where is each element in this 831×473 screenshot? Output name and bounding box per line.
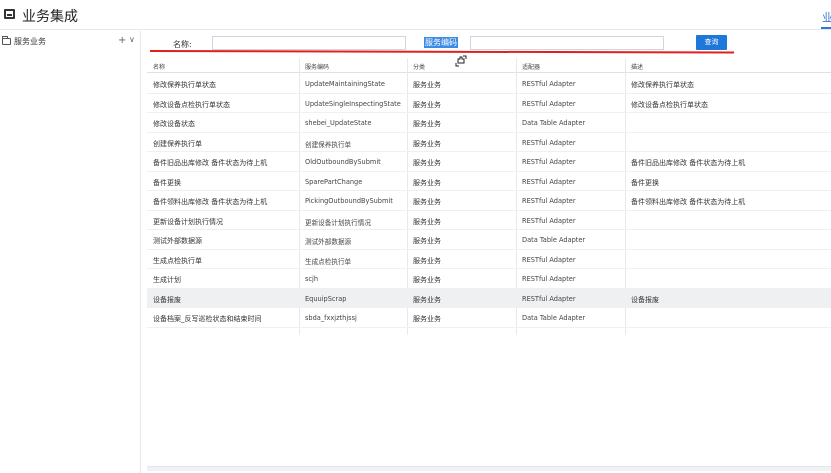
cell-code: 创建保养执行单 xyxy=(305,140,352,149)
cell-category: 服务业务 xyxy=(413,315,441,323)
cell-description: 修改保养执行单状态 xyxy=(631,81,694,89)
cell-name: 备件领料出库修改 备件状态为待上机 xyxy=(153,198,268,206)
cell-name: 生成计划 xyxy=(153,276,181,284)
cell-name: 备件旧品出库修改 备件状态为待上机 xyxy=(153,159,268,167)
chevron-down-icon[interactable]: ∨ xyxy=(129,35,135,45)
cell-code: scjh xyxy=(305,275,319,283)
table-row[interactable]: 备件更换 SparePartChange 服务业务 RESTful Adapter 备件… xyxy=(147,172,831,191)
cell-adapter: Data Table Adapter xyxy=(522,314,586,322)
cell-adapter: RESTful Adapter xyxy=(522,99,576,108)
sidebar-item-label: 服务业务 xyxy=(14,37,46,46)
cell-category: 服务业务 xyxy=(413,217,441,226)
cell-code: UpdateSingleInspectingState xyxy=(305,99,401,108)
cell-description: 备件领料出库修改 备件状态为待上机 xyxy=(631,198,746,206)
cell-name: 设备报废 xyxy=(153,295,181,304)
column-header-category[interactable]: 分类 xyxy=(413,62,425,71)
cell-category: 服务业务 xyxy=(413,100,441,109)
table-header: 名称 服务编码 分类 适配器 描述 xyxy=(147,58,831,73)
horizontal-scrollbar[interactable] xyxy=(147,466,831,471)
cell-adapter: RESTful Adapter xyxy=(522,80,576,88)
cell-code: 测试外部数据源 xyxy=(305,238,352,246)
add-icon[interactable]: + xyxy=(118,36,126,46)
page-title: 业务集成 xyxy=(22,9,78,25)
cell-code: PickingOutboundBySubmit xyxy=(305,197,393,205)
cell-code: 生成点检执行单 xyxy=(305,257,352,266)
column-header-name[interactable]: 名称 xyxy=(153,62,165,71)
name-input[interactable] xyxy=(212,36,406,50)
search-button[interactable]: 查询 xyxy=(696,35,727,50)
cell-name: 创建保养执行单 xyxy=(153,139,202,148)
name-label: 名称: xyxy=(173,40,192,49)
cell-category: 服务业务 xyxy=(413,120,441,128)
sidebar: 服务业务 + ∨ xyxy=(0,31,141,473)
cell-adapter: RESTful Adapter xyxy=(522,197,576,205)
cell-adapter: RESTful Adapter xyxy=(522,255,576,264)
cell-name: 生成点检执行单 xyxy=(153,256,202,265)
cell-adapter: RESTful Adapter xyxy=(522,216,576,225)
cell-description: 修改设备点检执行单状态 xyxy=(631,100,708,109)
tab-right-partial[interactable]: 业 xyxy=(822,9,831,25)
column-header-adapter[interactable]: 适配器 xyxy=(522,62,540,71)
cell-category: 服务业务 xyxy=(413,237,441,245)
cell-name: 备件更换 xyxy=(153,178,181,187)
cell-adapter: RESTful Adapter xyxy=(522,138,576,147)
table-row[interactable]: 更新设备计划执行情况 更新设备计划执行情况 服务业务 RESTful Adapter xyxy=(147,211,831,230)
table-row[interactable]: 备件旧品出库修改 备件状态为待上机 OldOutboundBySubmit 服务业务… xyxy=(147,152,831,172)
cell-name: 修改设备点检执行单状态 xyxy=(153,100,230,109)
cell-code: SparePartChange xyxy=(305,177,363,186)
cell-code: EquuipScrap xyxy=(305,294,347,303)
table-row[interactable]: 创建保养执行单 创建保养执行单 服务业务 RESTful Adapter xyxy=(147,133,831,152)
cell-adapter: RESTful Adapter xyxy=(522,158,576,166)
cell-adapter: Data Table Adapter xyxy=(522,119,586,127)
cell-code: sbda_fxxjzthjssj xyxy=(305,314,357,322)
cell-adapter: Data Table Adapter xyxy=(522,236,586,244)
cell-code: UpdateMaintainingState xyxy=(305,80,385,88)
table-row[interactable]: 生成点检执行单 生成点检执行单 服务业务 RESTful Adapter xyxy=(147,250,831,269)
app-header: 业务集成 业 xyxy=(0,0,831,30)
cell-name: 测试外部数据源 xyxy=(153,237,202,245)
folder-icon xyxy=(2,36,11,45)
table-row[interactable]: 测试外部数据源 测试外部数据源 服务业务 Data Table Adapter xyxy=(147,230,831,250)
cell-category: 服务业务 xyxy=(413,178,441,187)
cell-code: 更新设备计划执行情况 xyxy=(305,218,371,227)
cell-category: 服务业务 xyxy=(413,256,441,265)
table-row[interactable]: 备件领料出库修改 备件状态为待上机 PickingOutboundBySubmit… xyxy=(147,191,831,211)
cell-name: 更新设备计划执行情况 xyxy=(153,217,223,226)
cell-description: 备件旧品出库修改 备件状态为待上机 xyxy=(631,159,746,167)
cell-name: 修改保养执行单状态 xyxy=(153,81,216,89)
table-row[interactable]: 修改保养执行单状态 UpdateMaintainingState 服务业务 RESTf… xyxy=(147,74,831,94)
cell-category: 服务业务 xyxy=(413,198,441,206)
table-row[interactable]: 修改设备状态 shebei_UpdateState 服务业务 Data Table A… xyxy=(147,113,831,133)
cell-category: 服务业务 xyxy=(413,81,441,89)
cell-category: 服务业务 xyxy=(413,159,441,167)
cell-description: 备件更换 xyxy=(631,178,659,187)
cell-adapter: RESTful Adapter xyxy=(522,294,576,303)
cell-name: 修改设备状态 xyxy=(153,120,195,128)
column-header-description[interactable]: 描述 xyxy=(631,62,643,71)
service-code-label: 服务编码 xyxy=(424,37,458,48)
cell-category: 服务业务 xyxy=(413,295,441,304)
column-header-code[interactable]: 服务编码 xyxy=(305,62,329,71)
cell-name: 设备档案_反写巡检状态和结束时间 xyxy=(153,315,262,323)
sidebar-item-service-business[interactable]: 服务业务 + ∨ xyxy=(2,35,138,49)
services-table: 名称 服务编码 分类 适配器 描述 修改保养执行单状态 UpdateMaintai… xyxy=(147,58,831,472)
cell-code: OldOutboundBySubmit xyxy=(305,158,381,166)
table-row[interactable]: 设备报废 EquuipScrap 服务业务 RESTful Adapter 设备报废 xyxy=(147,288,831,308)
cell-adapter: RESTful Adapter xyxy=(522,177,576,186)
cell-code: shebei_UpdateState xyxy=(305,119,372,127)
table-row[interactable]: 生成计划 scjh 服务业务 RESTful Adapter xyxy=(147,269,831,289)
table-row[interactable]: 设备档案_反写巡检状态和结束时间 sbda_fxxjzthjssj 服务业务 Data… xyxy=(147,308,831,328)
cell-adapter: RESTful Adapter xyxy=(522,275,576,283)
table-row[interactable]: 修改设备点检执行单状态 UpdateSingleInspectingState 服务… xyxy=(147,94,831,113)
cell-category: 服务业务 xyxy=(413,139,441,148)
cell-description: 设备报废 xyxy=(631,295,659,304)
cell-category: 服务业务 xyxy=(413,276,441,284)
monitor-icon xyxy=(4,9,15,19)
service-code-input[interactable] xyxy=(470,36,664,50)
active-tab-indicator xyxy=(821,27,831,29)
